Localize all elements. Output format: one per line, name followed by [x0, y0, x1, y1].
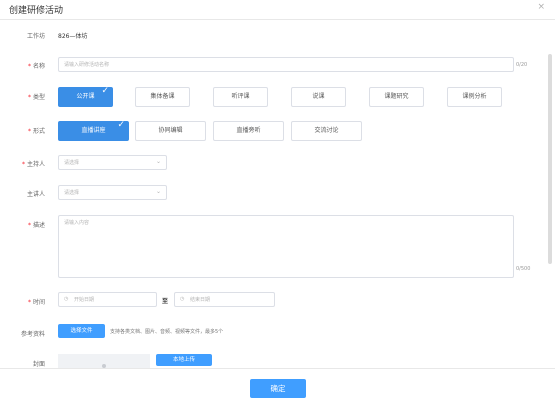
type-chip-case-analysis[interactable]: 课例分析 [447, 87, 502, 107]
chevron-down-icon: ⌄ [155, 158, 161, 165]
description-label: * 描述 [27, 222, 45, 229]
choose-file-button[interactable]: 选择文件 [58, 324, 105, 338]
date-range-separator: 至 [162, 298, 169, 305]
type-chip-lesson-review[interactable]: 听评课 [213, 87, 268, 107]
dialog-header: 创建研修活动 × [0, 0, 555, 20]
check-icon: ✓ [101, 86, 109, 96]
type-chip-lesson-talk[interactable]: 说课 [291, 87, 346, 107]
speaker-select[interactable]: 请选择 ⌄ [58, 185, 167, 200]
close-icon[interactable]: × [537, 2, 545, 12]
type-chip-label: 课题研究 [384, 93, 409, 100]
host-select[interactable]: 请选择 ⌄ [58, 155, 167, 170]
chevron-down-icon: ⌄ [155, 188, 161, 195]
format-chip-live-lecture[interactable]: 直播讲座 ✓ [58, 120, 129, 141]
calendar-icon: ◷ [64, 296, 69, 302]
format-chip-live-audit[interactable]: 直播旁听 [213, 121, 284, 141]
type-chip-research[interactable]: 课题研究 [369, 87, 424, 107]
format-chip-label: 协同编辑 [158, 127, 183, 134]
cover-preview [58, 354, 150, 368]
time-label: * 时间 [27, 299, 45, 306]
activity-name-input[interactable]: 请输入研修活动名称 [58, 57, 514, 72]
calendar-icon: ◷ [180, 296, 185, 302]
host-label: * 主持人 [21, 161, 45, 168]
type-label: * 类型 [27, 94, 45, 101]
activity-name-placeholder: 请输入研修活动名称 [64, 62, 110, 68]
start-date-placeholder: 开始日期 [74, 297, 95, 303]
type-chip-label: 听评课 [231, 93, 250, 100]
description-textarea[interactable]: 请输入内容 [58, 215, 514, 278]
format-chip-discussion[interactable]: 交流讨论 [291, 121, 362, 141]
workspace-label: 工作坊 [26, 33, 45, 40]
type-chip-label: 集体备课 [150, 93, 175, 100]
format-chip-co-editing[interactable]: 协同编辑 [135, 121, 206, 141]
dialog-footer: 确定 [0, 368, 555, 401]
type-chip-label: 说课 [312, 93, 325, 100]
host-placeholder: 请选择 [64, 160, 80, 166]
format-chip-label: 直播讲座 [81, 127, 106, 134]
description-char-counter: 0/500 [516, 266, 531, 272]
type-chip-open-class[interactable]: 公开课 ✓ [58, 86, 113, 107]
check-icon: ✓ [117, 120, 125, 130]
scrollbar[interactable] [548, 54, 552, 264]
workspace-value: 826—体坊 [58, 33, 88, 40]
name-label: * 名称 [27, 63, 45, 70]
create-activity-dialog: 创建研修活动 × 工作坊 826—体坊 * 名称 请输入研修活动名称 0/20 *… [0, 0, 555, 401]
description-placeholder: 请输入内容 [64, 220, 90, 226]
speaker-placeholder: 请选择 [64, 190, 80, 196]
end-date-input[interactable]: ◷ 结束日期 [174, 292, 275, 307]
type-chip-label: 公开课 [76, 93, 95, 100]
speaker-label: 主讲人 [26, 191, 45, 198]
format-chip-label: 交流讨论 [314, 127, 339, 134]
confirm-button[interactable]: 确定 [250, 379, 306, 398]
format-label: * 形式 [27, 128, 45, 135]
name-char-counter: 0/20 [516, 62, 528, 68]
materials-label: 参考资料 [20, 331, 45, 338]
dialog-title: 创建研修活动 [9, 6, 64, 16]
start-date-input[interactable]: ◷ 开始日期 [58, 292, 157, 307]
type-chip-group-prep[interactable]: 集体备课 [135, 87, 190, 107]
end-date-placeholder: 结束日期 [190, 297, 211, 303]
format-chip-label: 直播旁听 [236, 127, 261, 134]
type-chip-label: 课例分析 [462, 93, 487, 100]
materials-hint: 支持各类文档、图片、音频、视频等文件，最多5个 [110, 329, 224, 335]
cover-label: 封面 [32, 361, 45, 368]
local-upload-button[interactable]: 本地上传 [156, 354, 212, 366]
